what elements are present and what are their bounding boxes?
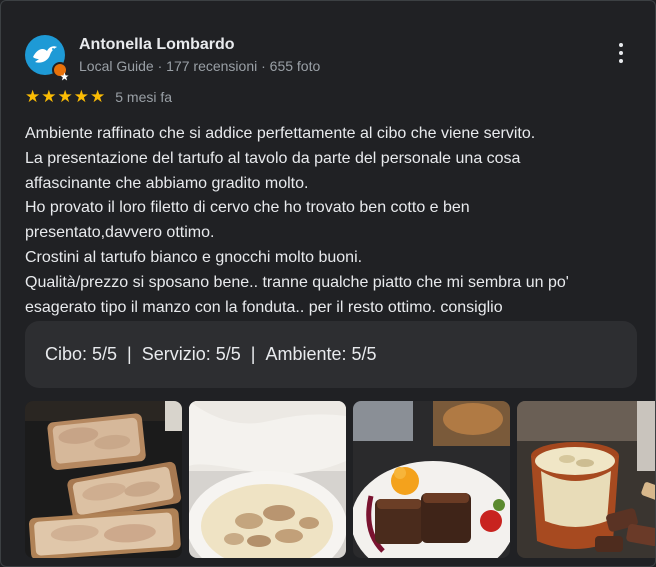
photo-fonduta[interactable] [517, 401, 655, 558]
review-line: Crostini al tartufo bianco e gnocchi mol… [25, 248, 363, 266]
more-options-button[interactable] [611, 41, 631, 65]
review-line: Ambiente raffinato che si addice perfett… [25, 125, 536, 142]
review-line: La presentazione del tartufo al tavolo d… [25, 149, 521, 167]
star-icon: ★ [73, 87, 89, 107]
review-card: Antonella Lombardo Local Guide · 177 rec… [0, 0, 656, 567]
review-time: 5 mesi fa [115, 89, 173, 105]
rating-row: ★ ★ ★ ★ ★ 5 mesi fa [25, 87, 172, 107]
star-rating: ★ ★ ★ ★ ★ [25, 88, 105, 106]
review-line: Ho provato il loro filetto di cervo che … [25, 199, 470, 217]
star-icon: ★ [90, 87, 106, 107]
star-icon: ★ [25, 87, 41, 107]
review-photos [25, 401, 655, 558]
more-vert-icon [619, 43, 623, 47]
photo-gnocchi[interactable] [189, 401, 346, 558]
reviewer-meta: Local Guide · 177 recensioni · 655 foto [79, 57, 321, 74]
review-line: esagerato tipo il manzo con la fonduta..… [25, 298, 503, 316]
score-separator: | [127, 344, 132, 364]
review-line: Qualità/prezzo si sposano bene.. tranne … [25, 273, 569, 291]
score-ambiente: Ambiente: 5/5 [265, 344, 377, 364]
score-summary: Cibo: 5/5 | Servizio: 5/5 | Ambiente: 5/… [25, 321, 637, 388]
star-icon: ★ [57, 87, 73, 107]
avatar[interactable] [25, 35, 69, 81]
score-separator: | [250, 344, 256, 364]
reviewer-header[interactable]: Antonella Lombardo Local Guide · 177 rec… [25, 33, 321, 81]
score-cibo: Cibo: 5/5 [45, 344, 118, 364]
score-servizio: Servizio: 5/5 [141, 344, 241, 364]
review-line: presentato,davvero ottimo. [25, 224, 215, 242]
star-icon: ★ [41, 87, 57, 107]
local-guide-star-icon [52, 62, 69, 81]
reviewer-name[interactable]: Antonella Lombardo [79, 35, 320, 55]
review-text: Ambiente raffinato che si addice perfett… [25, 122, 625, 320]
photo-crostini[interactable] [25, 401, 182, 558]
review-line: affascinante che abbiamo gradito molto. [25, 174, 309, 192]
photo-filetto[interactable] [353, 401, 510, 558]
